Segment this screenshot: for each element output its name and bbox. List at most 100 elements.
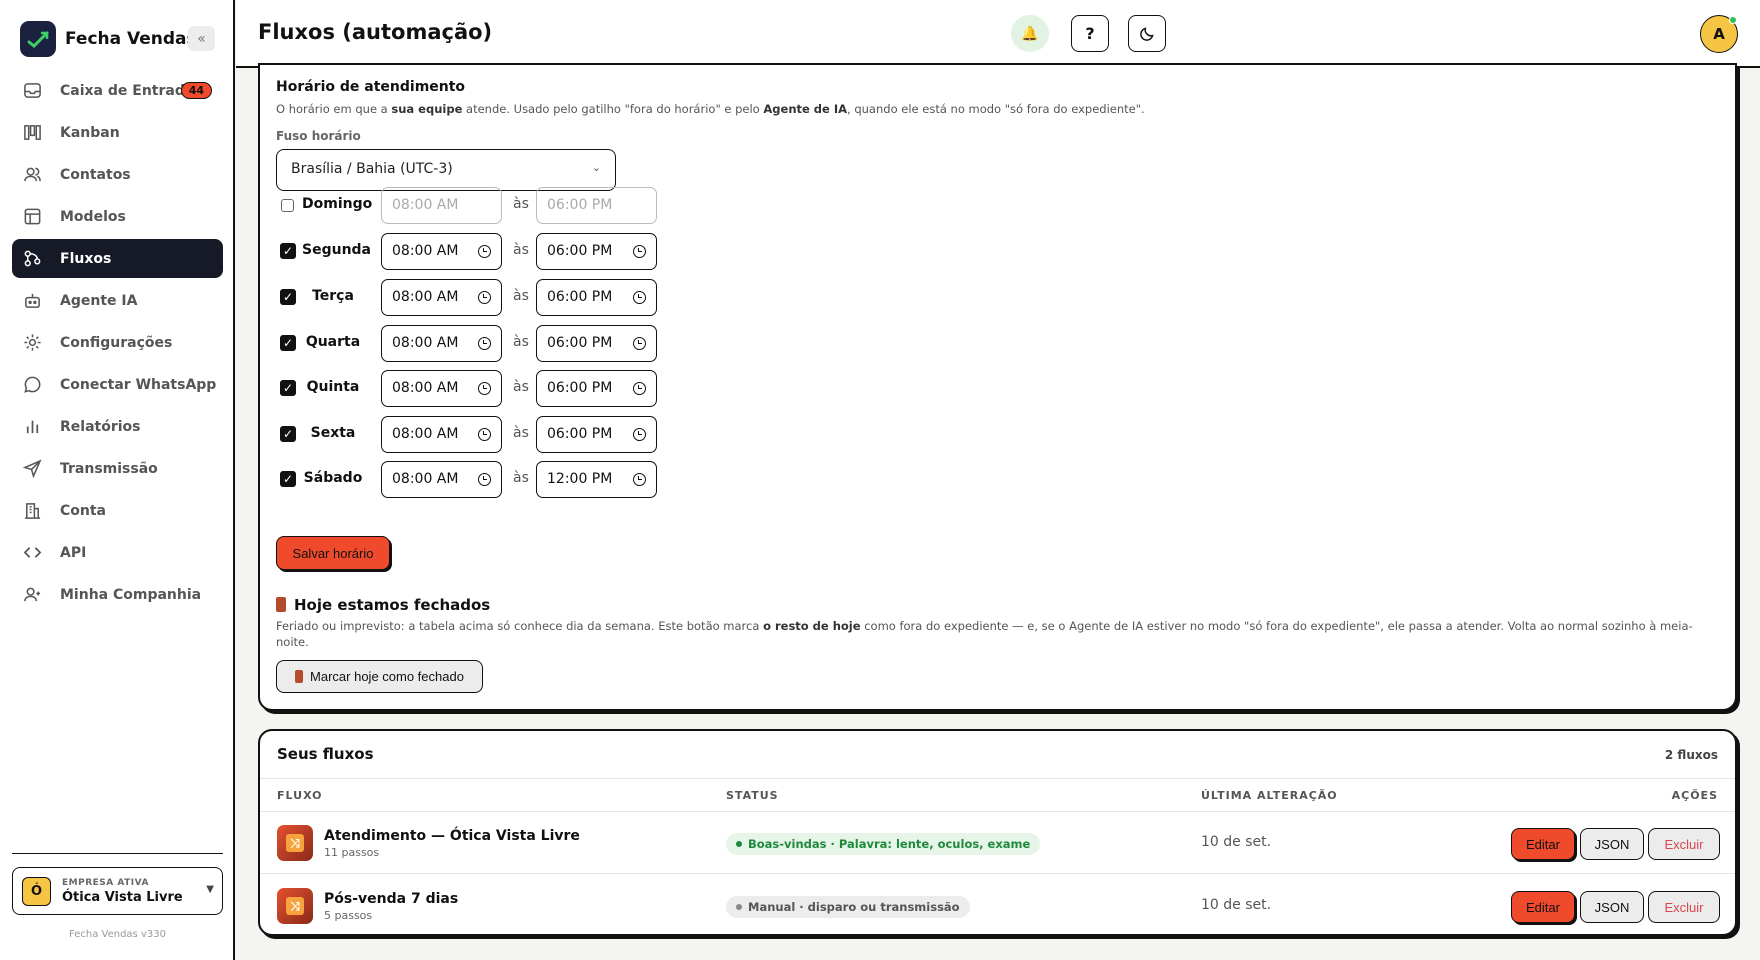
day-checkbox[interactable] <box>281 199 294 212</box>
sidebar-item-inbox[interactable]: Caixa de Entrada 44 <box>12 71 223 110</box>
logo-icon <box>20 21 56 57</box>
json-button[interactable]: JSON <box>1580 891 1644 923</box>
column-header-flow: FLUXO <box>277 789 323 802</box>
sidebar-item-kanban[interactable]: Kanban <box>12 113 223 152</box>
day-label: Quarta <box>305 334 361 350</box>
status-badge: Boas-vindas · Palavra: lente, oculos, ex… <box>726 833 1041 855</box>
moon-icon <box>1139 27 1154 41</box>
clock-icon <box>478 337 491 350</box>
delete-button[interactable]: Excluir <box>1648 828 1720 860</box>
start-time-input[interactable]: 08:00 AM <box>381 233 502 270</box>
save-hours-button[interactable]: Salvar horário <box>276 536 390 570</box>
delete-button[interactable]: Excluir <box>1648 891 1720 923</box>
code-icon <box>23 547 42 558</box>
sidebar-item-label: Modelos <box>60 208 126 225</box>
collapse-sidebar-button[interactable]: « <box>188 26 215 51</box>
end-time-input[interactable]: 06:00 PM <box>536 279 657 316</box>
gear-icon <box>24 334 41 351</box>
status-badge: Manual · disparo ou transmissão <box>726 896 970 918</box>
end-time-input[interactable]: 06:00 PM <box>536 370 657 407</box>
day-checkbox[interactable]: ✓ <box>280 335 296 351</box>
closed-today-description: Feriado ou imprevisto: a tabela acima só… <box>276 619 1693 649</box>
start-time-input[interactable]: 08:00 AM <box>381 187 502 224</box>
day-label: Segunda <box>302 242 372 258</box>
last-change-date: 10 de set. <box>1201 897 1272 913</box>
end-time-input[interactable]: 06:00 PM <box>536 325 657 362</box>
sidebar-item-label: Contatos <box>60 166 131 183</box>
start-time-input[interactable]: 08:00 AM <box>381 370 502 407</box>
business-hours-card: Horário de atendimento O horário em que … <box>258 63 1737 711</box>
door-icon <box>276 597 286 612</box>
help-button[interactable]: ? <box>1071 15 1109 52</box>
app-version: Fecha Vendas v330 <box>69 929 166 940</box>
table-row[interactable]: ⤨ Pós-venda 7 dias 5 passos Manual · dis… <box>260 875 1735 937</box>
clock-icon <box>478 291 491 304</box>
inbox-count-badge: 44 <box>180 82 212 99</box>
sidebar-item-flows[interactable]: Fluxos <box>12 239 223 278</box>
chat-icon <box>24 376 41 393</box>
separator-label: às <box>513 379 529 395</box>
company-avatar: Ó <box>22 877 51 906</box>
company-switcher[interactable]: Ó EMPRESA ATIVA Ótica Vista Livre ▼ <box>12 867 223 915</box>
end-time-input[interactable]: 06:00 PM <box>536 233 657 270</box>
end-time-input[interactable]: 06:00 PM <box>536 187 657 224</box>
closed-today-title: Hoje estamos fechados <box>276 596 490 614</box>
sidebar-item-templates[interactable]: Modelos <box>12 197 223 236</box>
theme-toggle-button[interactable] <box>1128 15 1166 52</box>
template-icon <box>24 208 41 225</box>
mark-closed-today-button[interactable]: Marcar hoje como fechado <box>276 660 483 693</box>
workflow-icon <box>24 250 41 267</box>
sidebar-item-my-company[interactable]: Minha Companhia <box>12 575 223 614</box>
end-time-input[interactable]: 12:00 PM <box>536 461 657 498</box>
end-time-input[interactable]: 06:00 PM <box>536 416 657 453</box>
timezone-select[interactable]: Brasília / Bahia (UTC-3) ⌄ <box>276 149 616 191</box>
notifications-button[interactable]: 🔔 <box>1011 15 1049 52</box>
sidebar-item-label: Minha Companhia <box>60 586 202 603</box>
start-time-input[interactable]: 08:00 AM <box>381 416 502 453</box>
clock-icon <box>478 382 491 395</box>
start-time-input[interactable]: 08:00 AM <box>381 461 502 498</box>
sidebar-item-label: Fluxos <box>60 250 112 267</box>
start-time-input[interactable]: 08:00 AM <box>381 325 502 362</box>
sidebar-item-api[interactable]: API <box>12 533 223 572</box>
brand[interactable]: Fecha Vendas <box>20 21 197 57</box>
sidebar-item-broadcast[interactable]: Transmissão <box>12 449 223 488</box>
sidebar-item-ai-agent[interactable]: Agente IA <box>12 281 223 320</box>
sidebar-item-label: Conectar WhatsApp <box>60 376 217 393</box>
day-row-friday: ✓ Sexta 08:00 AM às 06:00 PM <box>276 416 676 453</box>
day-checkbox[interactable]: ✓ <box>280 243 296 259</box>
clock-icon <box>633 428 646 441</box>
sidebar-item-connect-whatsapp[interactable]: Conectar WhatsApp <box>12 365 223 404</box>
day-checkbox[interactable]: ✓ <box>280 471 296 487</box>
sidebar-item-label: Transmissão <box>60 460 158 477</box>
kanban-icon <box>24 125 41 140</box>
sidebar-item-label: Relatórios <box>60 418 141 435</box>
start-time-input[interactable]: 08:00 AM <box>381 279 502 316</box>
flows-count: 2 fluxos <box>1664 748 1718 762</box>
flow-name: Pós-venda 7 dias <box>324 891 459 907</box>
sidebar-item-account[interactable]: Conta <box>12 491 223 530</box>
flows-card: Seus fluxos 2 fluxos FLUXO STATUS ÚLTIMA… <box>258 729 1737 936</box>
door-icon <box>295 670 304 683</box>
sidebar-item-label: Kanban <box>60 124 120 141</box>
clock-icon <box>478 473 491 486</box>
sidebar-item-contacts[interactable]: Contatos <box>12 155 223 194</box>
sidebar-item-reports[interactable]: Relatórios <box>12 407 223 446</box>
separator-label: às <box>513 334 529 350</box>
day-checkbox[interactable]: ✓ <box>280 426 296 442</box>
edit-button[interactable]: Editar <box>1511 891 1575 923</box>
day-label: Sábado <box>303 470 363 486</box>
day-row-sunday: Domingo 08:00 AM às 06:00 PM <box>276 187 676 224</box>
company-name: Ótica Vista Livre <box>62 890 183 905</box>
flow-name: Atendimento — Ótica Vista Livre <box>324 828 580 844</box>
day-row-saturday: ✓ Sábado 08:00 AM às 12:00 PM <box>276 461 676 498</box>
sidebar-item-settings[interactable]: Configurações <box>12 323 223 362</box>
users-icon <box>24 167 41 182</box>
edit-button[interactable]: Editar <box>1511 828 1575 860</box>
day-checkbox[interactable]: ✓ <box>280 289 296 305</box>
day-checkbox[interactable]: ✓ <box>280 380 296 396</box>
company-label: EMPRESA ATIVA <box>62 878 149 888</box>
online-status-dot <box>1729 16 1737 24</box>
json-button[interactable]: JSON <box>1580 828 1644 860</box>
table-row[interactable]: ⤨ Atendimento — Ótica Vista Livre 11 pas… <box>260 812 1735 874</box>
